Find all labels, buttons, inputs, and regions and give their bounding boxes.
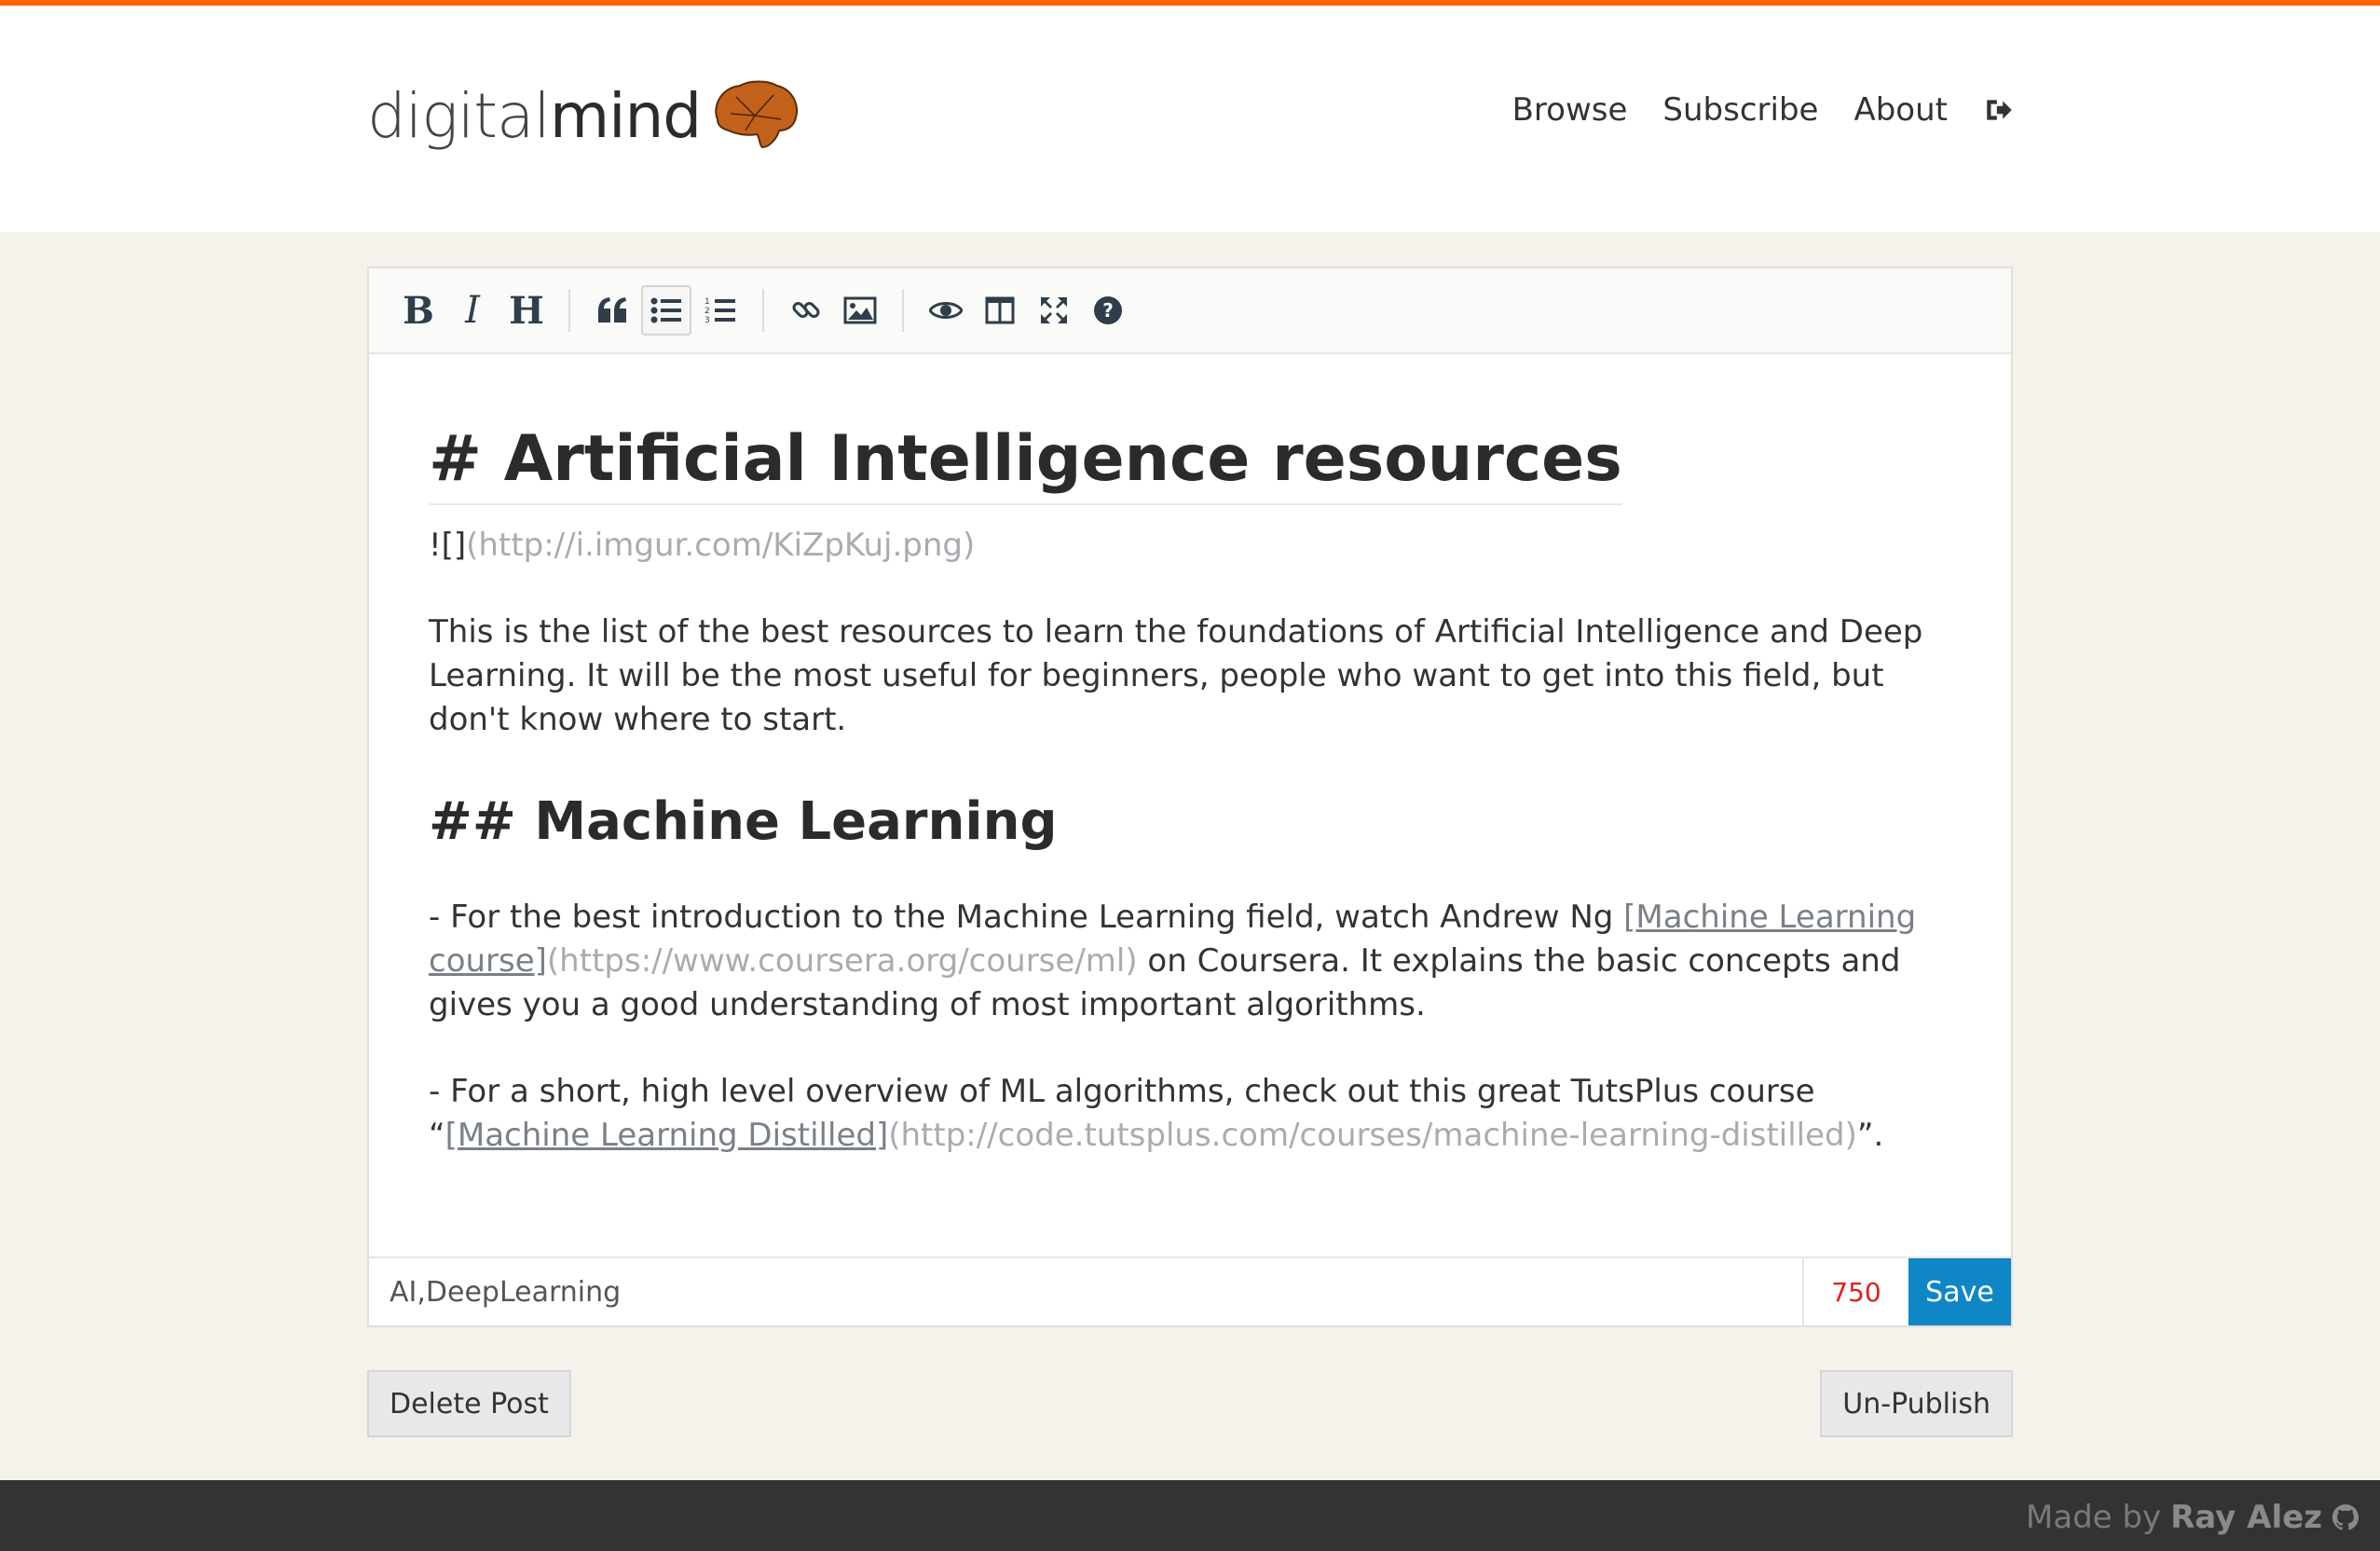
main-nav: Browse Subscribe About [1512, 91, 2015, 129]
italic-button[interactable]: I [447, 285, 498, 336]
svg-text:3: 3 [704, 316, 710, 325]
doc-heading-1: # Artificial Intelligence resources [429, 421, 1622, 505]
save-button[interactable]: Save [1908, 1258, 2011, 1325]
tags-input[interactable] [369, 1258, 1802, 1325]
svg-text:?: ? [1102, 299, 1114, 322]
delete-post-button[interactable]: Delete Post [367, 1370, 571, 1437]
columns-icon [985, 296, 1015, 324]
image-button[interactable] [835, 285, 885, 336]
list-item: - For a short, high level overview of ML… [429, 1072, 1884, 1154]
fullscreen-icon [1041, 297, 1067, 323]
quote-button[interactable] [587, 285, 637, 336]
list-item: - For the best introduction to the Machi… [429, 898, 1917, 1023]
toolbar-divider [568, 289, 570, 332]
side-by-side-button[interactable] [975, 285, 1025, 336]
markdown-editor: B I H 123 ? # Artificial Intelligence re… [367, 267, 2013, 1327]
preview-button[interactable] [921, 285, 971, 336]
bold-button[interactable]: B [393, 285, 444, 336]
ordered-list-button[interactable]: 123 [695, 285, 745, 336]
list-ul-icon [650, 297, 681, 323]
nav-subscribe[interactable]: Subscribe [1662, 91, 1818, 129]
image-markdown-line: ![](http://i.imgur.com/KiZpKuj.png) [429, 526, 976, 564]
fullscreen-button[interactable] [1029, 285, 1079, 336]
site-logo[interactable]: digitalmind [367, 78, 801, 153]
list-ol-icon: 123 [704, 297, 735, 325]
tags-bar: 750 Save [369, 1256, 2011, 1325]
author-link[interactable]: Ray Alez [2170, 1499, 2322, 1536]
brain-icon [715, 80, 799, 149]
editor-toolbar: B I H 123 ? [369, 268, 2011, 354]
footer-credit: Made by Ray Alez [2026, 1499, 2359, 1536]
unordered-list-button[interactable] [641, 285, 691, 336]
doc-heading-2: ## Machine Learning [429, 790, 1058, 852]
editor-content[interactable]: # Artificial Intelligence resources ![](… [369, 354, 2011, 1158]
character-counter: 750 [1802, 1258, 1908, 1325]
site-footer: Made by Ray Alez [0, 1480, 2380, 1551]
eye-icon [929, 302, 963, 319]
svg-text:1: 1 [704, 297, 710, 307]
logo-text: digitalmind [367, 79, 702, 152]
heading-button[interactable]: H [501, 285, 552, 336]
sign-out-icon[interactable] [1983, 94, 2015, 126]
quote-icon [598, 297, 626, 323]
link-icon [792, 302, 820, 318]
question-circle-icon: ? [1094, 296, 1122, 324]
svg-text:2: 2 [704, 307, 710, 316]
guide-button[interactable]: ? [1083, 285, 1133, 336]
github-icon[interactable] [2332, 1503, 2359, 1531]
toolbar-divider [902, 289, 904, 332]
link-button[interactable] [781, 285, 831, 336]
toolbar-divider [762, 289, 764, 332]
image-icon [843, 296, 877, 324]
site-header: digitalmind Browse Subscribe About [0, 6, 2380, 232]
unpublish-button[interactable]: Un-Publish [1820, 1370, 2013, 1437]
intro-paragraph: This is the list of the best resources t… [429, 612, 1923, 738]
nav-browse[interactable]: Browse [1512, 91, 1628, 129]
nav-about[interactable]: About [1853, 91, 1948, 129]
